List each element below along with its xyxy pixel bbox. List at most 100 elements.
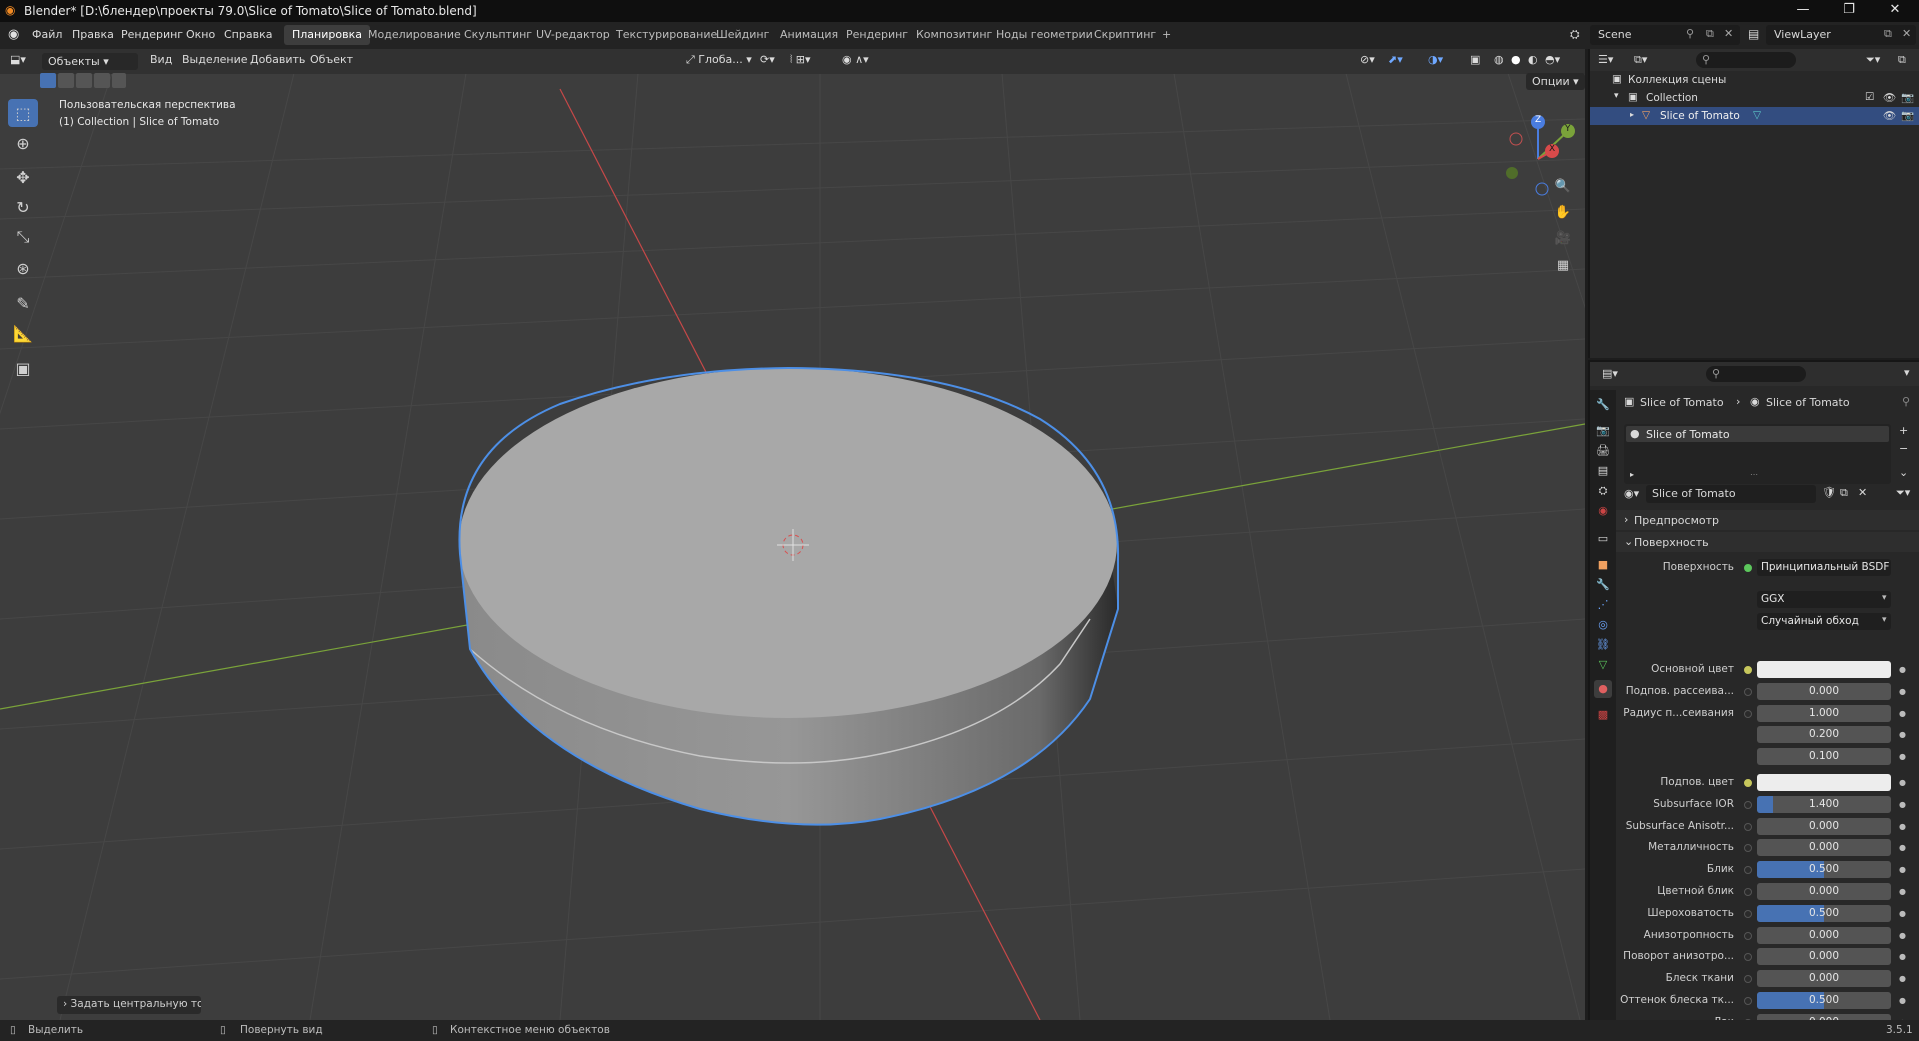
outliner-row-slice-of-tomato[interactable]: ▸ ▽ Slice of Tomato ▽ 👁 📷 bbox=[1590, 107, 1919, 125]
fake-user-icon[interactable]: 🛡 bbox=[1822, 486, 1836, 499]
tab-geometry-nodes[interactable]: Ноды геометрии bbox=[988, 25, 1101, 45]
scene-selector[interactable]: Scene ⚲ ⧉ ✕ bbox=[1590, 25, 1740, 45]
viewport-canvas[interactable] bbox=[0, 49, 1585, 1020]
editor-type-icon[interactable]: ⬓▾ bbox=[10, 53, 26, 70]
outliner-editor-type-icon[interactable]: ☰▾ bbox=[1598, 53, 1613, 66]
modifier-tab-icon[interactable]: 🔧 bbox=[1594, 576, 1612, 594]
property-value-field[interactable]: 0.100 bbox=[1757, 748, 1891, 765]
socket-icon[interactable] bbox=[1744, 975, 1752, 983]
delete-view-layer-icon[interactable]: ✕ bbox=[1902, 27, 1911, 40]
output-tab-icon[interactable]: 🖨 bbox=[1594, 442, 1612, 460]
constraints-tab-icon[interactable]: ⛓ bbox=[1594, 636, 1612, 654]
wireframe-shading-icon[interactable]: ◍ bbox=[1494, 53, 1504, 70]
expand-object-icon[interactable]: ▸ bbox=[1630, 110, 1634, 119]
object-tab-icon[interactable]: ■ bbox=[1594, 556, 1612, 574]
keyframe-icon[interactable]: ● bbox=[1899, 909, 1906, 918]
keyframe-icon[interactable]: ● bbox=[1899, 996, 1906, 1005]
keyframe-icon[interactable]: ● bbox=[1899, 730, 1906, 739]
last-operator-panel[interactable]: › Задать центральную точк bbox=[57, 996, 201, 1014]
collection-render-icon[interactable]: 📷 bbox=[1901, 91, 1914, 104]
surface-shader-field[interactable]: Принципиальный BSDF bbox=[1757, 559, 1891, 576]
menu-add[interactable]: Добавить bbox=[250, 53, 305, 70]
socket-icon[interactable] bbox=[1744, 888, 1752, 896]
socket-icon[interactable] bbox=[1744, 866, 1752, 874]
breadcrumb-object[interactable]: Slice of Tomato bbox=[1640, 396, 1724, 409]
keyframe-icon[interactable]: ● bbox=[1899, 778, 1906, 787]
rendered-shading-icon[interactable]: ◓▾ bbox=[1545, 53, 1560, 70]
menu-view[interactable]: Вид bbox=[150, 53, 172, 70]
tab-compositing[interactable]: Композитинг bbox=[908, 25, 1000, 45]
keyframe-icon[interactable]: ● bbox=[1899, 931, 1906, 940]
duplicate-material-icon[interactable]: ⧉ bbox=[1840, 486, 1848, 500]
socket-icon[interactable] bbox=[1744, 910, 1752, 918]
select-box-tool-icon[interactable]: ⬚ bbox=[8, 99, 38, 127]
camera-view-icon[interactable]: 🎥 bbox=[1551, 227, 1575, 251]
surface-socket-icon[interactable] bbox=[1744, 564, 1752, 572]
select-extend-icon[interactable] bbox=[58, 73, 74, 88]
material-slot-list[interactable]: ● Slice of Tomato ▸ ⋯ bbox=[1624, 424, 1891, 484]
select-intersect-icon[interactable] bbox=[112, 73, 126, 88]
gizmo-x-label[interactable]: X bbox=[1549, 144, 1555, 154]
property-value-field[interactable]: 0.000 bbox=[1757, 883, 1891, 900]
property-value-field[interactable]: 1.000 bbox=[1757, 705, 1891, 722]
property-value-field[interactable]: 0.000 bbox=[1757, 683, 1891, 700]
tab-modeling[interactable]: Моделирование bbox=[360, 25, 469, 45]
socket-icon[interactable] bbox=[1744, 844, 1752, 852]
gizmo-y-label[interactable]: Y bbox=[1565, 124, 1571, 134]
tab-shading[interactable]: Шейдинг bbox=[708, 25, 777, 45]
keyframe-icon[interactable]: ● bbox=[1899, 709, 1906, 718]
menu-object[interactable]: Объект bbox=[310, 53, 353, 70]
scale-tool-icon[interactable]: ⤡ bbox=[8, 223, 38, 251]
property-value-field[interactable]: 1.400 bbox=[1757, 796, 1891, 813]
keyframe-icon[interactable]: ● bbox=[1899, 974, 1906, 983]
restore-icon[interactable]: ❐ bbox=[1826, 0, 1872, 22]
add-cube-tool-icon[interactable]: ▣ bbox=[8, 354, 38, 382]
socket-icon[interactable] bbox=[1744, 688, 1752, 696]
world-tab-icon[interactable]: ◉ bbox=[1594, 502, 1612, 520]
ortho-toggle-icon[interactable]: ▦ bbox=[1551, 254, 1575, 278]
particles-tab-icon[interactable]: ⋰ bbox=[1594, 596, 1612, 614]
slot-list-expand-icon[interactable]: ▸ bbox=[1630, 470, 1634, 479]
cursor-tool-icon[interactable]: ⊕ bbox=[8, 129, 38, 157]
socket-icon[interactable] bbox=[1744, 666, 1752, 674]
slot-list-resize-icon[interactable]: ⋯ bbox=[1750, 470, 1758, 479]
socket-icon[interactable] bbox=[1744, 801, 1752, 809]
filter-icon[interactable]: ⏷▾ bbox=[1866, 53, 1880, 67]
close-icon[interactable]: ✕ bbox=[1872, 0, 1918, 22]
new-view-layer-icon[interactable]: ⧉ bbox=[1884, 27, 1892, 41]
keyframe-icon[interactable]: ● bbox=[1899, 687, 1906, 696]
preview-panel-header[interactable]: › Предпросмотр bbox=[1616, 510, 1919, 530]
property-value-field[interactable]: 0.500 bbox=[1757, 861, 1891, 878]
tab-scripting[interactable]: Скриптинг bbox=[1086, 25, 1164, 45]
3d-viewport[interactable]: Z Y X ⬓▾ Объекты ▾ Вид Выделение Добавит… bbox=[0, 49, 1585, 1020]
keyframe-icon[interactable]: ● bbox=[1899, 752, 1906, 761]
object-render-icon[interactable]: 📷 bbox=[1901, 109, 1914, 122]
select-subtract-icon[interactable] bbox=[76, 73, 92, 88]
unlink-material-icon[interactable]: ✕ bbox=[1858, 486, 1867, 499]
rotate-tool-icon[interactable]: ↻ bbox=[8, 193, 38, 221]
new-collection-icon[interactable]: ⧉ bbox=[1898, 53, 1906, 67]
pin-properties-icon[interactable]: ⚲ bbox=[1902, 395, 1910, 408]
mesh-data-icon[interactable]: ▽ bbox=[1753, 109, 1761, 121]
options-dropdown[interactable]: Опции ▾ bbox=[1526, 73, 1585, 90]
keyframe-icon[interactable]: ● bbox=[1899, 822, 1906, 831]
transform-orientation[interactable]: ⤢ Глоба... ▾ bbox=[686, 53, 752, 70]
keyframe-icon[interactable]: ● bbox=[1899, 843, 1906, 852]
property-value-field[interactable]: 0.000 bbox=[1757, 970, 1891, 987]
properties-options-icon[interactable]: ▾ bbox=[1904, 366, 1910, 379]
render-tab-icon[interactable]: 📷 bbox=[1594, 422, 1612, 440]
select-difference-icon[interactable] bbox=[94, 73, 110, 88]
material-name-field[interactable]: Slice of Tomato bbox=[1646, 485, 1816, 503]
view-layer-tab-icon[interactable]: ▤ bbox=[1594, 462, 1612, 480]
distribution-dropdown[interactable]: GGX bbox=[1757, 591, 1891, 608]
socket-icon[interactable] bbox=[1744, 953, 1752, 961]
xray-icon[interactable]: ▣ bbox=[1470, 53, 1480, 70]
scene-icon[interactable]: ⛭ bbox=[1570, 27, 1580, 42]
scene-tab-icon[interactable]: ⛭ bbox=[1594, 482, 1612, 500]
material-browse-icon[interactable]: ◉▾ bbox=[1624, 487, 1639, 500]
overlay-toggle-icon[interactable]: ◑▾ bbox=[1428, 53, 1443, 70]
object-visibility-icon[interactable]: 👁 bbox=[1883, 109, 1896, 122]
property-value-field[interactable]: 0.000 bbox=[1757, 927, 1891, 944]
breadcrumb-material[interactable]: Slice of Tomato bbox=[1766, 396, 1850, 409]
add-slot-icon[interactable]: + bbox=[1899, 424, 1908, 437]
